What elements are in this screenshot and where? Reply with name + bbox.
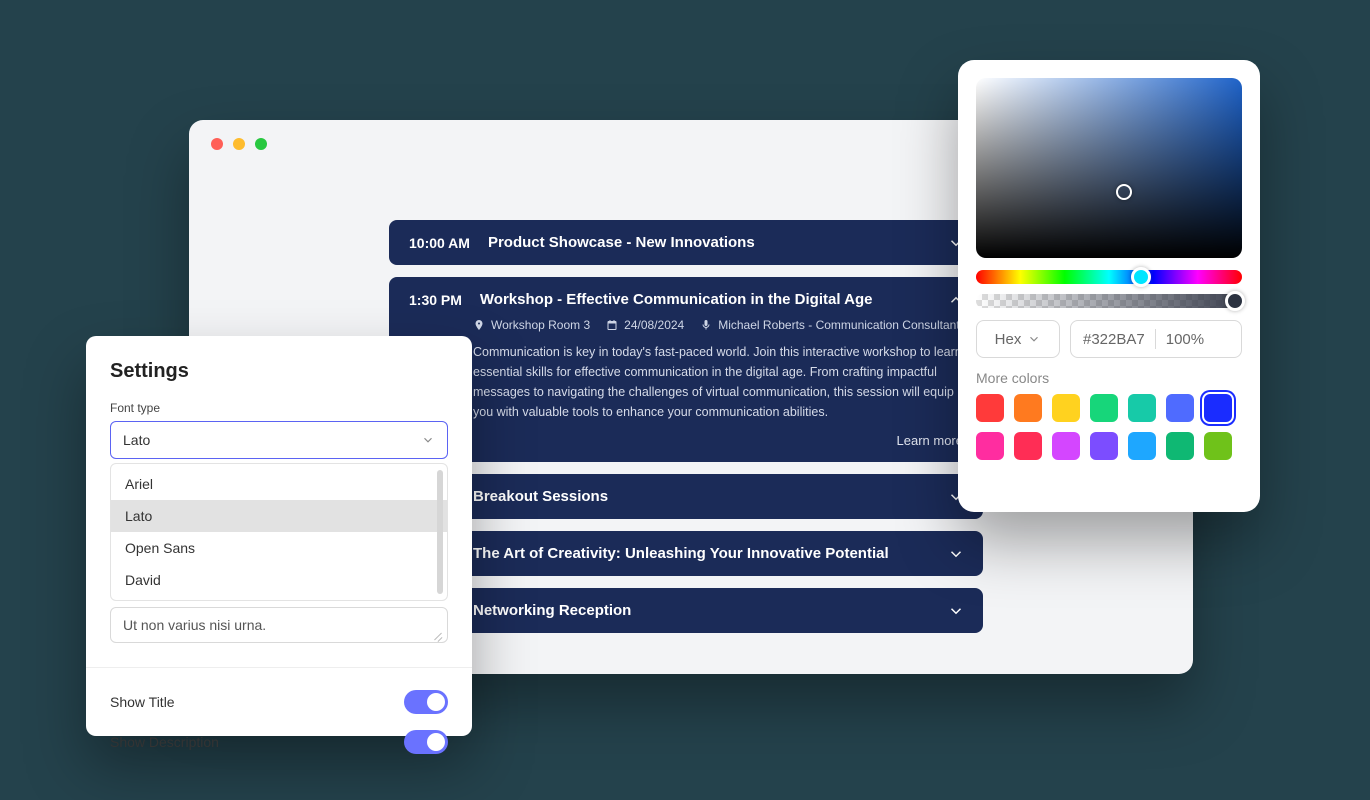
location-icon	[473, 319, 485, 331]
scrollbar[interactable]	[437, 470, 443, 594]
agenda-title: Breakout Sessions	[473, 488, 608, 505]
color-alpha-value: 100%	[1166, 331, 1204, 348]
more-colors-label: More colors	[976, 370, 1242, 386]
color-swatch[interactable]	[976, 394, 1004, 422]
color-swatch[interactable]	[1204, 432, 1232, 460]
agenda-item[interactable]: Networking Reception	[389, 588, 983, 633]
settings-title: Settings	[110, 360, 448, 383]
font-option[interactable]: Ariel	[111, 468, 447, 500]
sample-text-value: Ut non varius nisi urna.	[123, 617, 266, 633]
font-dropdown: Ariel Lato Open Sans David	[110, 463, 448, 601]
resize-handle-icon[interactable]	[433, 629, 443, 639]
agenda-title: The Art of Creativity: Unleashing Your I…	[473, 545, 889, 562]
window-minimize-dot[interactable]	[233, 138, 245, 150]
alpha-slider[interactable]	[976, 294, 1242, 308]
color-swatch[interactable]	[1128, 394, 1156, 422]
chevron-down-icon	[421, 433, 435, 447]
agenda-title: Product Showcase - New Innovations	[488, 234, 755, 251]
sample-text-input[interactable]: Ut non varius nisi urna.	[110, 607, 448, 643]
show-title-toggle[interactable]	[404, 690, 448, 714]
agenda-speaker: Michael Roberts - Communication Consulta…	[718, 318, 959, 332]
window-zoom-dot[interactable]	[255, 138, 267, 150]
alpha-thumb-icon[interactable]	[1225, 291, 1245, 311]
divider	[86, 667, 472, 668]
agenda-item[interactable]: Breakout Sessions	[389, 474, 983, 519]
chevron-down-icon	[1027, 332, 1041, 346]
agenda-description: Communication is key in today's fast-pac…	[409, 342, 963, 422]
chevron-down-icon[interactable]	[947, 602, 965, 620]
hue-slider[interactable]	[976, 270, 1242, 284]
agenda-item[interactable]: 10:00 AM Product Showcase - New Innovati…	[389, 220, 983, 265]
color-swatch[interactable]	[1052, 394, 1080, 422]
agenda-time: 10:00 AM	[409, 235, 470, 251]
color-hex-value: #322BA7	[1083, 331, 1145, 348]
mic-icon	[700, 319, 712, 331]
font-type-label: Font type	[110, 401, 448, 415]
saturation-value-area[interactable]	[976, 78, 1242, 258]
show-description-toggle[interactable]	[404, 730, 448, 754]
font-option[interactable]: David	[111, 564, 447, 596]
color-picker-panel: Hex #322BA7 100% More colors	[958, 60, 1260, 512]
color-mode-value: Hex	[995, 331, 1022, 348]
color-swatch[interactable]	[976, 432, 1004, 460]
hue-thumb-icon[interactable]	[1131, 267, 1151, 287]
color-swatch[interactable]	[1052, 432, 1080, 460]
font-select[interactable]: Lato	[110, 421, 448, 459]
color-swatch[interactable]	[1204, 394, 1232, 422]
toggle-label: Show Description	[110, 734, 219, 750]
toggle-label: Show Title	[110, 694, 175, 710]
agenda-title: Workshop - Effective Communication in th…	[480, 291, 873, 308]
color-swatch[interactable]	[1166, 394, 1194, 422]
chevron-down-icon[interactable]	[947, 545, 965, 563]
color-swatch[interactable]	[1090, 394, 1118, 422]
agenda-item[interactable]: 1:30 PM Workshop - Effective Communicati…	[389, 277, 983, 462]
agenda-date: 24/08/2024	[624, 318, 684, 332]
color-swatch[interactable]	[1090, 432, 1118, 460]
settings-panel: Settings Font type Lato Ariel Lato Open …	[86, 336, 472, 736]
color-swatch[interactable]	[1014, 394, 1042, 422]
font-select-value: Lato	[123, 432, 150, 448]
agenda-title: Networking Reception	[473, 602, 631, 619]
agenda-meta: Workshop Room 3 24/08/2024 Michael Rober…	[409, 318, 963, 332]
window-close-dot[interactable]	[211, 138, 223, 150]
color-swatch[interactable]	[1166, 432, 1194, 460]
swatch-grid	[976, 394, 1242, 460]
color-swatch[interactable]	[1128, 432, 1156, 460]
calendar-icon	[606, 319, 618, 331]
color-swatch[interactable]	[1014, 432, 1042, 460]
agenda-list: 10:00 AM Product Showcase - New Innovati…	[389, 220, 983, 645]
agenda-item[interactable]: The Art of Creativity: Unleashing Your I…	[389, 531, 983, 576]
separator	[1155, 329, 1156, 349]
font-option[interactable]: Lato	[111, 500, 447, 532]
agenda-time: 1:30 PM	[409, 292, 462, 308]
color-value-input[interactable]: #322BA7 100%	[1070, 320, 1242, 358]
font-option[interactable]: Open Sans	[111, 532, 447, 564]
color-mode-select[interactable]: Hex	[976, 320, 1060, 358]
agenda-location: Workshop Room 3	[491, 318, 590, 332]
sv-cursor-icon[interactable]	[1116, 184, 1132, 200]
learn-more-link[interactable]: Learn more	[897, 433, 963, 448]
